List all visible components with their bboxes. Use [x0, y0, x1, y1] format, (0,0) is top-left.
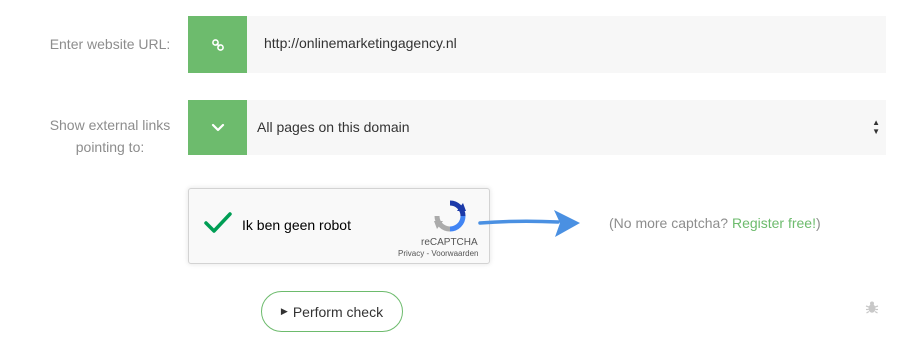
perform-check-button[interactable]: ▶ Perform check	[261, 291, 403, 332]
captcha-label[interactable]: Ik ben geen robot	[242, 217, 351, 233]
promo-prefix: (No more captcha?	[609, 215, 732, 231]
url-field-box	[247, 16, 886, 73]
link-icon	[211, 38, 224, 51]
url-label: Enter website URL:	[49, 36, 171, 52]
checkmark-icon[interactable]	[203, 211, 233, 235]
privacy-link[interactable]: Privacy	[398, 249, 424, 258]
links-select[interactable]: All pages on this domain ▲ ▼	[247, 100, 886, 155]
perform-check-label: Perform check	[292, 303, 384, 320]
url-input[interactable]	[264, 35, 864, 51]
arrow-right-icon	[478, 210, 580, 237]
terms-link[interactable]: Voorwaarden	[431, 249, 478, 258]
links-select-value: All pages on this domain	[257, 119, 410, 135]
links-addon	[188, 100, 247, 155]
recaptcha-widget: Ik ben geen robot reCAPTCHA Privacy - Vo…	[188, 188, 490, 264]
promo-suffix: )	[816, 215, 821, 231]
recaptcha-links: Privacy - Voorwaarden	[398, 249, 479, 258]
no-captcha-promo: (No more captcha? Register free!)	[609, 215, 821, 231]
recaptcha-logo-icon	[434, 200, 466, 232]
caret-right-icon: ▶	[280, 306, 288, 316]
url-addon	[188, 16, 247, 73]
chevron-down-icon	[211, 123, 224, 131]
register-link[interactable]: Register free!	[732, 215, 816, 231]
select-arrows-icon: ▲ ▼	[872, 118, 880, 136]
bug-icon[interactable]	[865, 300, 879, 314]
recaptcha-brand: reCAPTCHA	[421, 237, 478, 248]
links-label: Show external links pointing to:	[49, 117, 171, 155]
